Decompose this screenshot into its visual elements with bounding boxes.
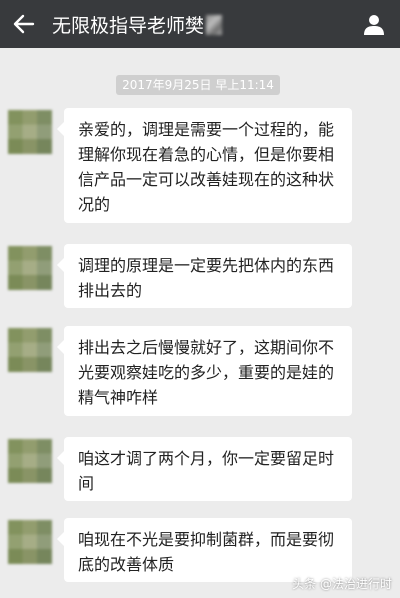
- chat-header: 无限极指导老师樊: [0, 0, 400, 48]
- back-arrow-icon: [13, 14, 35, 34]
- blurred-name-mosaic: [206, 14, 223, 35]
- sender-avatar[interactable]: [8, 246, 52, 290]
- message-bubble[interactable]: 亲爱的，调理是需要一个过程的，能理解你现在着急的心情，但是你要相信产品一定可以改…: [57, 108, 352, 223]
- sender-avatar[interactable]: [8, 328, 52, 372]
- back-button[interactable]: [0, 0, 48, 48]
- sender-avatar[interactable]: [8, 520, 52, 564]
- sender-avatar[interactable]: [8, 439, 52, 483]
- sender-avatar[interactable]: [8, 110, 52, 154]
- chat-title-text: 无限极指导老师樊: [52, 14, 205, 37]
- profile-button[interactable]: [358, 8, 390, 40]
- chat-title: 无限极指导老师樊: [52, 11, 223, 38]
- message-timestamp: 2017年9月25日 早上11:14: [116, 75, 280, 95]
- message-bubble[interactable]: 调理的原理是一定要先把体内的东西排出去的: [57, 244, 352, 308]
- source-watermark: 头条 @法治进行时: [292, 577, 392, 591]
- message-bubble[interactable]: 排出去之后慢慢就好了，这期间你不光要观察娃吃的多少，重要的是娃的精气神咋样: [57, 326, 352, 416]
- message-bubble[interactable]: 咱这才调了两个月，你一定要留足时间: [57, 437, 352, 501]
- person-icon: [364, 15, 384, 35]
- message-bubble[interactable]: 咱现在不光是要抑制菌群，而是要彻底的改善体质: [57, 518, 352, 582]
